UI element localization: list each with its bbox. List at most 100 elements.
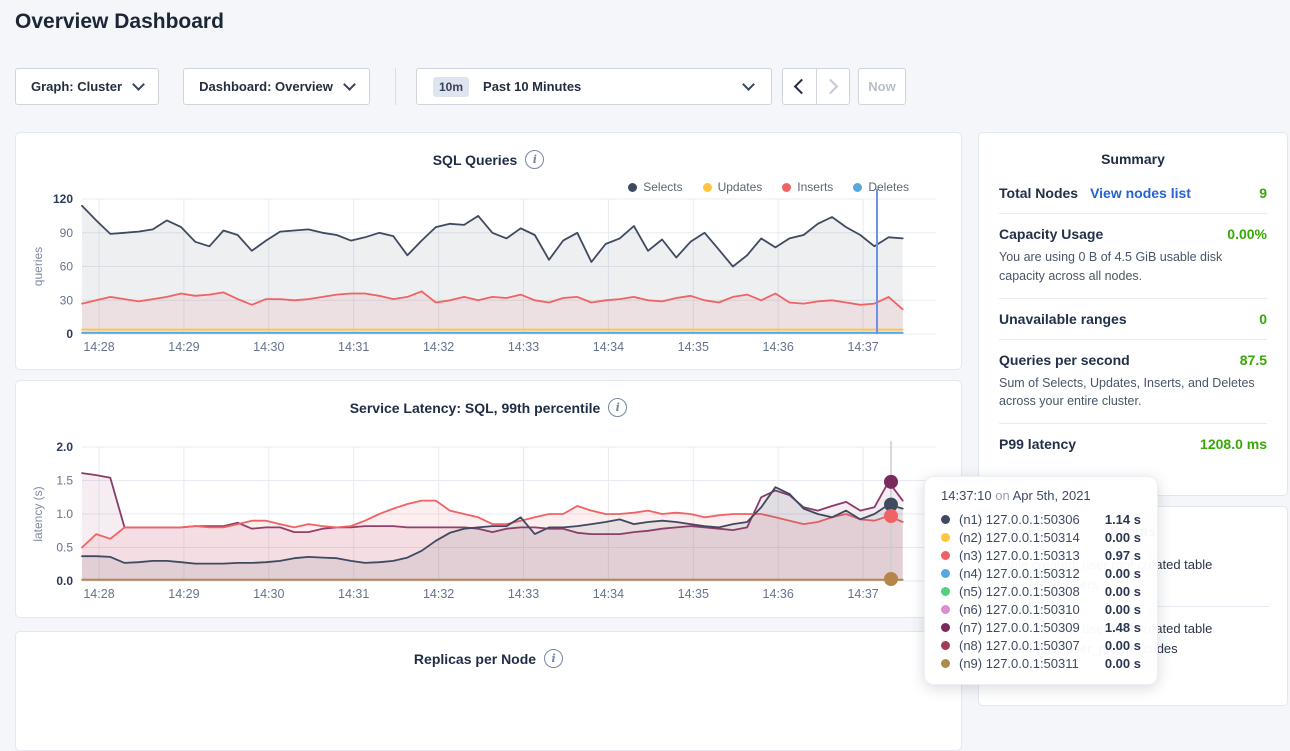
- svg-text:2.0: 2.0: [56, 440, 73, 454]
- svg-text:14:36: 14:36: [763, 340, 794, 354]
- svg-text:14:33: 14:33: [508, 340, 539, 354]
- capacity-label: Capacity Usage: [999, 226, 1103, 242]
- tooltip-row: (n8) 127.0.0.1:503070.00 s: [941, 636, 1141, 654]
- svg-text:0.0: 0.0: [56, 574, 73, 588]
- total-nodes-label: Total Nodes: [999, 185, 1078, 201]
- tooltip-node-label: (n1) 127.0.0.1:50306: [959, 512, 1105, 527]
- tooltip-row: (n7) 127.0.0.1:503091.48 s: [941, 618, 1141, 636]
- svg-text:90: 90: [60, 226, 74, 240]
- capacity-value: 0.00%: [1227, 226, 1267, 242]
- svg-text:queries: queries: [31, 247, 45, 286]
- svg-text:14:32: 14:32: [423, 340, 454, 354]
- tooltip-node-value: 0.97 s: [1105, 548, 1141, 563]
- now-button[interactable]: Now: [858, 68, 906, 105]
- tooltip-node-label: (n2) 127.0.0.1:50314: [959, 530, 1105, 545]
- time-range-dropdown[interactable]: 10m Past 10 Minutes: [416, 68, 772, 105]
- toolbar-divider: [395, 68, 396, 105]
- svg-text:1.0: 1.0: [56, 507, 73, 521]
- series-dot-icon: [941, 641, 950, 650]
- total-nodes-value: 9: [1259, 185, 1267, 201]
- info-icon[interactable]: i: [544, 649, 563, 668]
- chevron-left-icon: [793, 79, 809, 95]
- tooltip-node-value: 1.14 s: [1105, 512, 1141, 527]
- svg-text:30: 30: [60, 293, 74, 307]
- chevron-down-icon: [343, 78, 356, 91]
- time-nav-group: [782, 68, 850, 105]
- svg-text:60: 60: [60, 260, 74, 274]
- qps-value: 87.5: [1240, 352, 1267, 368]
- svg-text:0: 0: [66, 327, 73, 341]
- tooltip-node-label: (n7) 127.0.0.1:50309: [959, 620, 1105, 635]
- summary-row-p99: P99 latency 1208.0 ms: [999, 424, 1267, 464]
- svg-text:14:29: 14:29: [168, 587, 199, 601]
- series-dot-icon: [941, 569, 950, 578]
- tooltip-node-value: 0.00 s: [1105, 602, 1141, 617]
- capacity-desc: You are using 0 B of 4.5 GiB usable disk…: [999, 248, 1267, 286]
- chevron-down-icon: [742, 78, 755, 91]
- replicas-title-row: Replicas per Node i: [16, 632, 961, 668]
- tooltip-node-value: 0.00 s: [1105, 656, 1141, 671]
- sql-queries-panel: SQL Queries i SelectsUpdatesInsertsDelet…: [15, 132, 962, 370]
- tooltip-row: (n4) 127.0.0.1:503120.00 s: [941, 564, 1141, 582]
- dashboard-dropdown[interactable]: Dashboard: Overview: [183, 68, 370, 105]
- summary-row-capacity: Capacity Usage 0.00% You are using 0 B o…: [999, 214, 1267, 299]
- graph-dropdown[interactable]: Graph: Cluster: [15, 68, 159, 105]
- page-title: Overview Dashboard: [15, 10, 224, 34]
- svg-text:14:37: 14:37: [847, 587, 878, 601]
- tooltip-date: Apr 5th, 2021: [1013, 488, 1091, 503]
- svg-text:14:28: 14:28: [83, 340, 114, 354]
- tooltip-row: (n2) 127.0.0.1:503140.00 s: [941, 528, 1141, 546]
- p99-latency-value: 1208.0 ms: [1200, 436, 1267, 452]
- tooltip-node-label: (n5) 127.0.0.1:50308: [959, 584, 1105, 599]
- view-nodes-list-link[interactable]: View nodes list: [1090, 185, 1191, 201]
- svg-text:120: 120: [53, 192, 73, 206]
- svg-text:14:34: 14:34: [593, 587, 624, 601]
- chart-title: Replicas per Node: [414, 651, 536, 667]
- unavailable-ranges-value: 0: [1259, 311, 1267, 327]
- svg-text:0.5: 0.5: [56, 541, 73, 555]
- summary-row-unavailable-ranges: Unavailable ranges 0: [999, 299, 1267, 340]
- svg-text:14:31: 14:31: [338, 340, 369, 354]
- qps-desc: Sum of Selects, Updates, Inserts, and De…: [999, 374, 1267, 412]
- chart-tooltip: 14:37:10 on Apr 5th, 2021 (n1) 127.0.0.1…: [924, 476, 1158, 685]
- tooltip-rows: (n1) 127.0.0.1:503061.14 s(n2) 127.0.0.1…: [941, 510, 1141, 672]
- svg-text:14:30: 14:30: [253, 587, 284, 601]
- tooltip-row: (n6) 127.0.0.1:503100.00 s: [941, 600, 1141, 618]
- qps-label: Queries per second: [999, 352, 1130, 368]
- series-dot-icon: [941, 605, 950, 614]
- series-dot-icon: [941, 587, 950, 596]
- sql-queries-chart[interactable]: 030609012014:2814:2914:3014:3114:3214:33…: [16, 133, 963, 371]
- svg-text:latency (s): latency (s): [31, 486, 45, 541]
- tooltip-node-value: 0.00 s: [1105, 530, 1141, 545]
- summary-row-total-nodes: Total Nodes View nodes list 9: [999, 173, 1267, 214]
- tooltip-node-label: (n8) 127.0.0.1:50307: [959, 638, 1105, 653]
- svg-text:14:34: 14:34: [593, 340, 624, 354]
- tooltip-row: (n9) 127.0.0.1:503110.00 s: [941, 654, 1141, 672]
- svg-text:1.5: 1.5: [56, 474, 73, 488]
- svg-text:14:37: 14:37: [847, 340, 878, 354]
- svg-text:14:31: 14:31: [338, 587, 369, 601]
- dashboard-dropdown-label: Dashboard: Overview: [199, 79, 333, 94]
- series-dot-icon: [941, 551, 950, 560]
- tooltip-node-value: 0.00 s: [1105, 638, 1141, 653]
- graph-dropdown-label: Graph: Cluster: [31, 79, 122, 94]
- series-dot-icon: [941, 623, 950, 632]
- prev-interval-button[interactable]: [783, 69, 816, 104]
- chevron-down-icon: [132, 78, 145, 91]
- tooltip-node-label: (n4) 127.0.0.1:50312: [959, 566, 1105, 581]
- tooltip-node-label: (n6) 127.0.0.1:50310: [959, 602, 1105, 617]
- tooltip-row: (n5) 127.0.0.1:503080.00 s: [941, 582, 1141, 600]
- svg-text:14:33: 14:33: [508, 587, 539, 601]
- next-interval-button[interactable]: [816, 69, 850, 104]
- summary-title: Summary: [979, 133, 1287, 173]
- series-dot-icon: [941, 533, 950, 542]
- latency-panel: Service Latency: SQL, 99th percentile i …: [15, 380, 962, 618]
- series-dot-icon: [941, 515, 950, 524]
- latency-chart[interactable]: 0.00.51.01.52.014:2814:2914:3014:3114:32…: [16, 381, 963, 619]
- tooltip-node-label: (n3) 127.0.0.1:50313: [959, 548, 1105, 563]
- tooltip-row: (n1) 127.0.0.1:503061.14 s: [941, 510, 1141, 528]
- unavailable-ranges-label: Unavailable ranges: [999, 311, 1127, 327]
- svg-text:14:36: 14:36: [763, 587, 794, 601]
- svg-text:14:35: 14:35: [678, 587, 709, 601]
- tooltip-on: on: [995, 488, 1009, 503]
